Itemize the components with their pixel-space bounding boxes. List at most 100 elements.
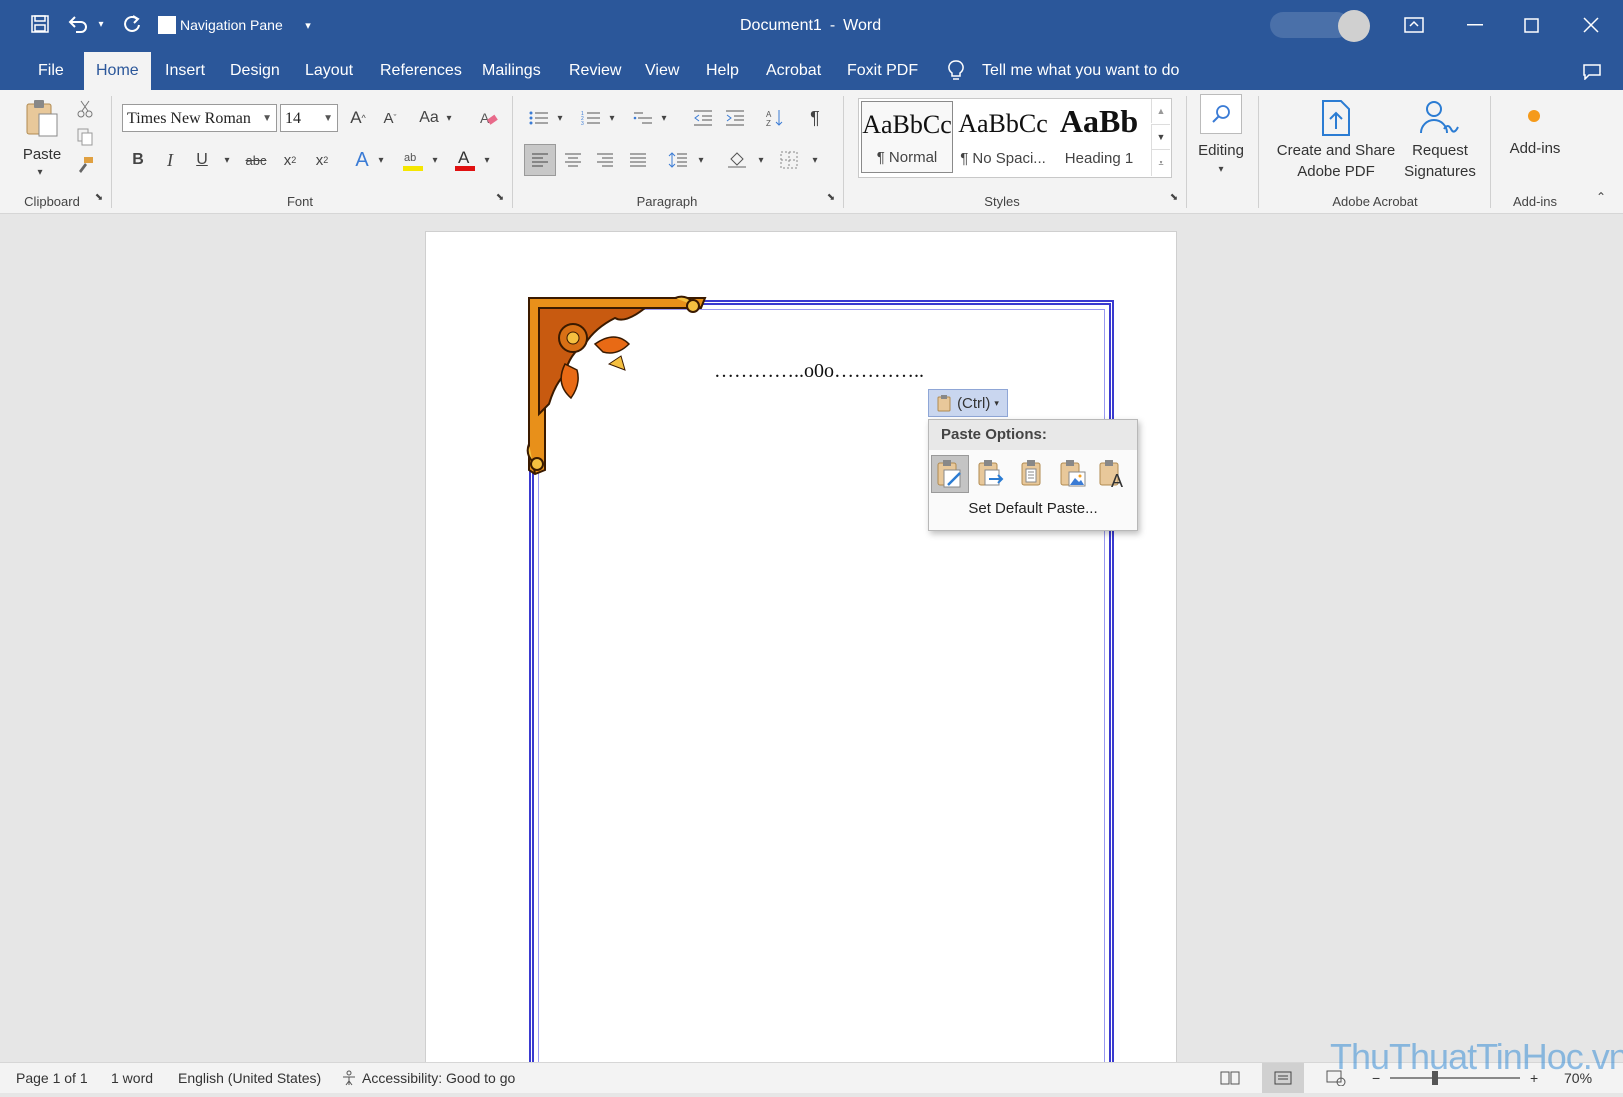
text-effects-dropdown-icon[interactable]: ▾ — [374, 146, 388, 174]
ribbon-display-options-icon[interactable] — [1400, 12, 1428, 38]
superscript-icon[interactable]: x2 — [310, 146, 334, 174]
undo-icon[interactable] — [66, 12, 90, 36]
tab-acrobat[interactable]: Acrobat — [754, 52, 833, 90]
numbering-dropdown-icon[interactable]: ▾ — [605, 104, 619, 132]
tab-review[interactable]: Review — [557, 52, 633, 90]
justify-icon[interactable] — [625, 146, 651, 174]
undo-dropdown-icon[interactable]: ▾ — [94, 14, 108, 34]
paragraph-launcher-icon[interactable]: ⬊ — [824, 190, 838, 204]
paste-options-button[interactable]: (Ctrl) ▾ — [928, 389, 1008, 417]
underline-icon[interactable]: U — [191, 146, 213, 174]
tab-help[interactable]: Help — [694, 52, 751, 90]
paste-button[interactable]: Paste — [18, 146, 66, 163]
borders-icon[interactable] — [776, 146, 802, 174]
editing-dropdown-icon[interactable]: ▾ — [1212, 162, 1230, 176]
font-family-combo[interactable]: Times New Roman ▼ — [122, 104, 277, 132]
set-default-paste-item[interactable]: Set Default Paste... — [929, 500, 1137, 517]
bullets-dropdown-icon[interactable]: ▾ — [553, 104, 567, 132]
align-right-icon[interactable] — [592, 146, 618, 174]
paste-dropdown-icon[interactable]: ▾ — [30, 165, 50, 179]
page-count[interactable]: Page 1 of 1 — [16, 1063, 88, 1093]
multilevel-dropdown-icon[interactable]: ▾ — [657, 104, 671, 132]
font-color-dropdown-icon[interactable]: ▾ — [480, 146, 494, 174]
bold-icon[interactable]: B — [127, 146, 149, 174]
bullets-icon[interactable] — [526, 104, 552, 132]
navigation-pane-checkbox[interactable] — [158, 16, 176, 34]
font-size-combo[interactable]: 14 ▼ — [280, 104, 338, 132]
request-signatures-icon[interactable] — [1418, 98, 1462, 138]
align-center-icon[interactable] — [560, 146, 586, 174]
underline-dropdown-icon[interactable]: ▾ — [220, 146, 234, 174]
change-case-icon[interactable]: Aa — [416, 104, 442, 132]
line-spacing-icon[interactable] — [665, 146, 691, 174]
font-launcher-icon[interactable]: ⬊ — [493, 190, 507, 204]
tab-mailings[interactable]: Mailings — [470, 52, 553, 90]
paste-as-picture-icon[interactable] — [1054, 455, 1092, 493]
show-formatting-marks-icon[interactable]: ¶ — [802, 104, 828, 132]
paste-icon[interactable] — [24, 98, 60, 138]
accessibility-status[interactable]: Accessibility: Good to go — [362, 1063, 515, 1093]
find-icon[interactable] — [1200, 94, 1242, 134]
multilevel-list-icon[interactable] — [630, 104, 656, 132]
add-ins-button[interactable]: Add-ins — [1500, 140, 1570, 157]
line-spacing-dropdown-icon[interactable]: ▾ — [694, 146, 708, 174]
redo-icon[interactable] — [120, 12, 144, 36]
borders-dropdown-icon[interactable]: ▾ — [808, 146, 822, 174]
keep-text-only-icon[interactable]: A — [1095, 455, 1133, 493]
language-indicator[interactable]: English (United States) — [178, 1063, 321, 1093]
paste-picture-list-icon[interactable] — [1013, 455, 1051, 493]
maximize-icon[interactable] — [1516, 12, 1546, 38]
editing-button[interactable]: Editing — [1190, 142, 1252, 159]
styles-scroll-up-icon[interactable]: ▲ — [1151, 99, 1170, 123]
italic-icon[interactable]: I — [159, 146, 181, 174]
document-page[interactable]: …………..o0o………….. — [425, 231, 1177, 1062]
keep-source-formatting-icon[interactable] — [931, 455, 969, 493]
styles-more-icon[interactable]: ⩡ — [1151, 149, 1170, 176]
strikethrough-icon[interactable]: abc — [242, 146, 270, 174]
clear-formatting-icon[interactable]: A — [476, 104, 502, 132]
create-share-pdf-button[interactable]: Create and Share Adobe PDF — [1268, 140, 1404, 182]
create-pdf-icon[interactable] — [1316, 98, 1356, 138]
text-effects-icon[interactable]: A — [350, 146, 374, 174]
tab-layout[interactable]: Layout — [293, 52, 365, 90]
tab-insert[interactable]: Insert — [153, 52, 217, 90]
tab-references[interactable]: References — [368, 52, 474, 90]
copy-icon[interactable] — [74, 126, 96, 148]
format-painter-icon[interactable] — [74, 154, 96, 176]
merge-formatting-icon[interactable] — [972, 455, 1010, 493]
change-case-dropdown-icon[interactable]: ▾ — [442, 104, 456, 132]
styles-launcher-icon[interactable]: ⬊ — [1167, 190, 1181, 204]
style-heading-1[interactable]: AaBb Heading 1 — [1053, 101, 1145, 173]
cut-icon[interactable] — [74, 98, 96, 120]
tab-foxit-pdf[interactable]: Foxit PDF — [835, 52, 930, 90]
save-icon[interactable] — [28, 12, 52, 36]
tab-file[interactable]: File — [26, 52, 76, 90]
close-icon[interactable] — [1576, 12, 1606, 38]
shading-icon[interactable] — [724, 146, 750, 174]
sort-icon[interactable]: AZ — [762, 104, 788, 132]
add-ins-icon[interactable] — [1522, 104, 1546, 128]
align-left-icon[interactable] — [524, 144, 556, 176]
styles-scroll-down-icon[interactable]: ▼ — [1151, 124, 1170, 149]
avatar[interactable] — [1338, 10, 1370, 42]
document-text[interactable]: …………..o0o………….. — [714, 360, 924, 383]
comments-icon[interactable] — [1578, 60, 1606, 84]
tab-design[interactable]: Design — [218, 52, 292, 90]
tell-me-search[interactable]: Tell me what you want to do — [970, 52, 1191, 90]
highlight-icon[interactable]: ab — [400, 144, 426, 176]
increase-indent-icon[interactable] — [722, 104, 748, 132]
font-family-dropdown-icon[interactable]: ▼ — [262, 105, 272, 133]
decrease-indent-icon[interactable] — [690, 104, 716, 132]
font-size-dropdown-icon[interactable]: ▼ — [323, 105, 333, 133]
style-no-spacing[interactable]: AaBbCc ¶ No Spaci... — [957, 101, 1049, 173]
subscript-icon[interactable]: x2 — [278, 146, 302, 174]
highlight-dropdown-icon[interactable]: ▾ — [428, 146, 442, 174]
tab-view[interactable]: View — [633, 52, 691, 90]
style-normal[interactable]: AaBbCc ¶ Normal — [861, 101, 953, 173]
shrink-font-icon[interactable]: Aˇ — [378, 104, 402, 132]
read-mode-icon[interactable] — [1220, 1063, 1244, 1093]
word-count[interactable]: 1 word — [111, 1063, 153, 1093]
collapse-ribbon-icon[interactable]: ⌃ — [1592, 190, 1610, 204]
minimize-icon[interactable] — [1460, 12, 1490, 38]
request-signatures-button[interactable]: Request Signatures — [1398, 140, 1482, 182]
